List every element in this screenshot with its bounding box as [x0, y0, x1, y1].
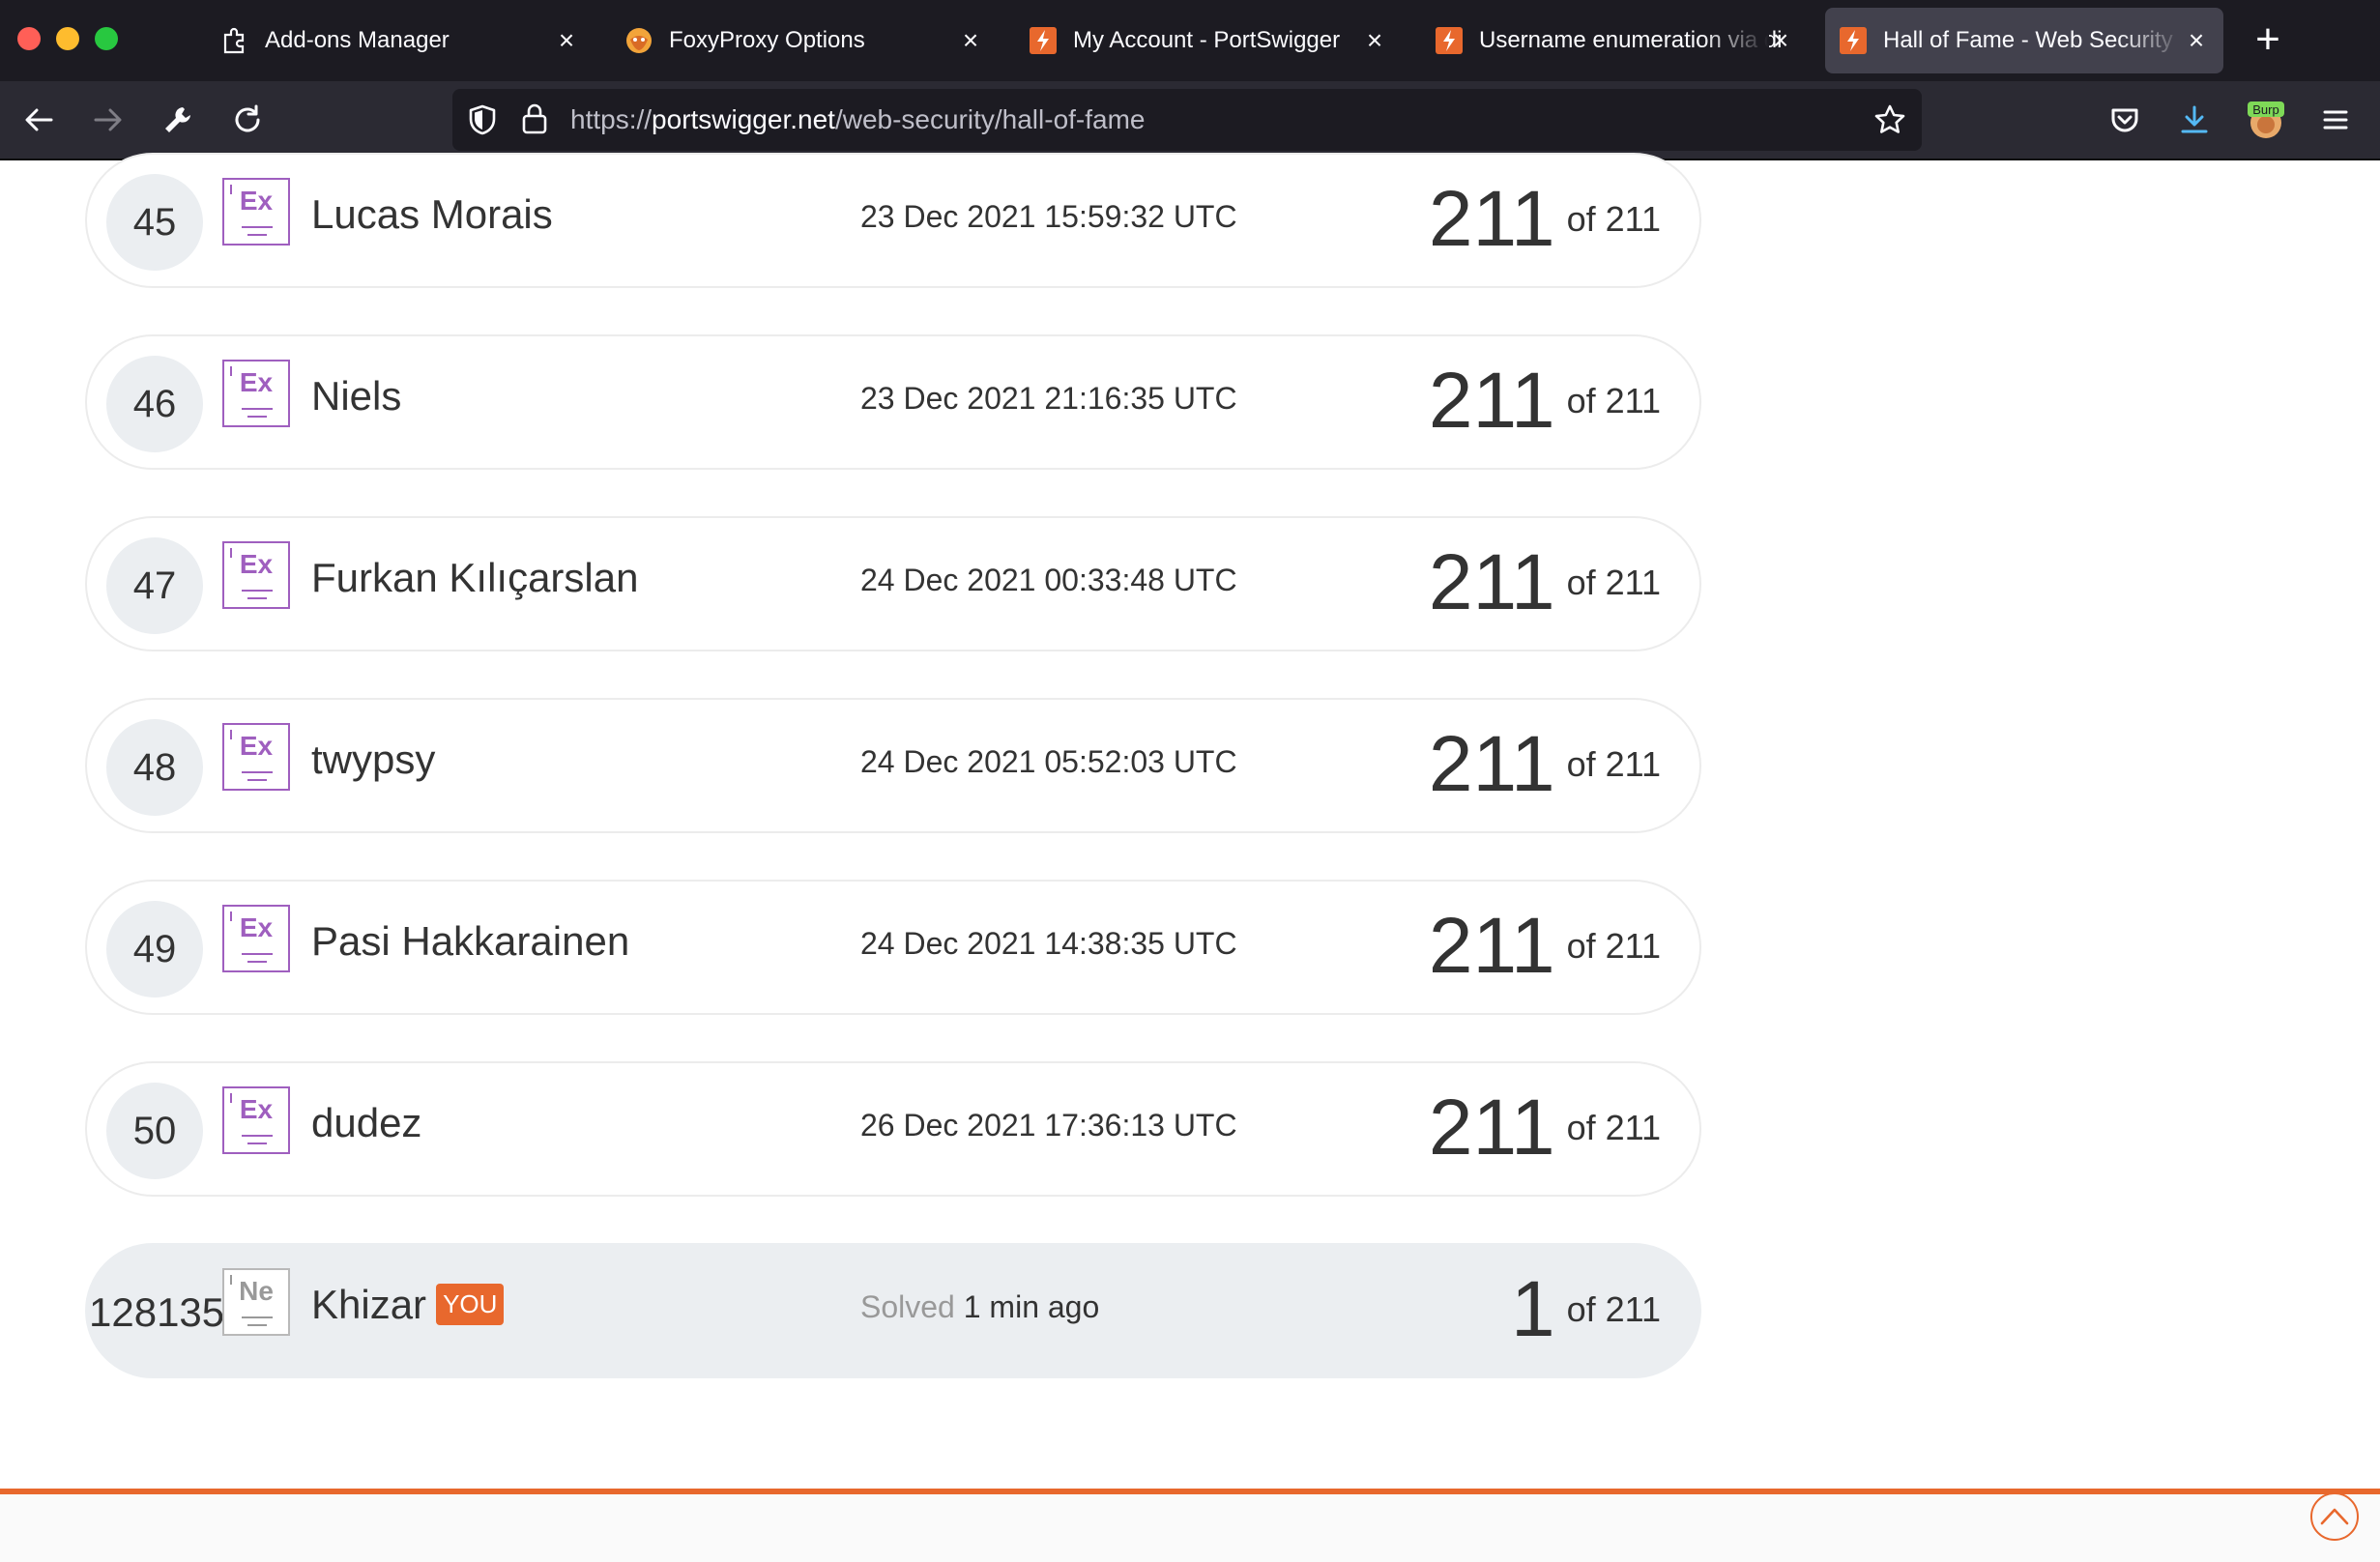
foxyproxy-icon — [624, 26, 653, 55]
back-button[interactable] — [17, 99, 60, 141]
forward-button[interactable] — [87, 99, 130, 141]
score: 211 of 211 — [1428, 538, 1661, 626]
expert-level-icon: Ex — [222, 541, 290, 609]
user-name: dudez — [311, 1100, 422, 1145]
tab-hall-of-fame[interactable]: Hall of Fame - Web Security A × — [1825, 8, 2223, 73]
leaderboard-row: 45 Ex Lucas Morais 23 Dec 2021 15:59:32 … — [85, 153, 1701, 288]
leaderboard-row: 46 Ex Niels 23 Dec 2021 21:16:35 UTC 211… — [85, 334, 1701, 470]
bookmark-star-icon[interactable] — [1873, 103, 1906, 136]
completion-time: 24 Dec 2021 05:52:03 UTC — [860, 744, 1237, 779]
rank-number: 48 — [106, 719, 203, 816]
leaderboard-row: 50 Ex dudez 26 Dec 2021 17:36:13 UTC 211… — [85, 1061, 1701, 1197]
expert-level-icon: Ex — [222, 723, 290, 791]
address-bar[interactable]: https://portswigger.net/web-security/hal… — [452, 89, 1922, 151]
close-tab-icon[interactable]: × — [957, 27, 984, 54]
completion-time: 26 Dec 2021 17:36:13 UTC — [860, 1108, 1237, 1143]
tab-my-account[interactable]: My Account - PortSwigger × — [1011, 8, 1402, 73]
tab-title: Add-ons Manager — [265, 27, 450, 53]
user-name: twypsy — [311, 737, 436, 782]
download-icon — [2181, 105, 2208, 133]
expert-level-icon: Ex — [222, 905, 290, 972]
tab-title: FoxyProxy Options — [669, 27, 865, 53]
burp-extension-button[interactable]: Burp — [2245, 99, 2287, 141]
user-name: Khizar YOU — [311, 1282, 505, 1328]
tab-addons-manager[interactable]: Add-ons Manager × — [203, 8, 594, 73]
score: 211 of 211 — [1428, 357, 1661, 445]
tab-foxyproxy-options[interactable]: FoxyProxy Options × — [607, 8, 998, 73]
chevron-up-icon — [2320, 1508, 2349, 1525]
score: 211 of 211 — [1428, 720, 1661, 808]
completion-time: 24 Dec 2021 14:38:35 UTC — [860, 926, 1237, 961]
new-tab-button[interactable]: + — [2245, 17, 2291, 64]
puzzle-icon — [220, 26, 249, 55]
rank-number: 50 — [106, 1083, 203, 1179]
close-window-button[interactable] — [17, 27, 41, 50]
completion-time: 24 Dec 2021 00:33:48 UTC — [860, 563, 1237, 597]
wrench-icon — [165, 107, 190, 132]
score: 211 of 211 — [1428, 1084, 1661, 1172]
portswigger-icon — [1029, 26, 1058, 55]
close-tab-icon[interactable]: × — [553, 27, 580, 54]
page-footer — [0, 1494, 2380, 1562]
portswigger-icon — [1435, 26, 1464, 55]
rank-number: 45 — [106, 174, 203, 271]
back-arrow-icon — [25, 108, 53, 131]
lock-icon[interactable] — [520, 102, 549, 135]
score: 1 of 211 — [1510, 1265, 1661, 1353]
completion-time: 23 Dec 2021 15:59:32 UTC — [860, 199, 1237, 234]
rank-number: 49 — [106, 901, 203, 998]
url-text[interactable]: https://portswigger.net/web-security/hal… — [570, 104, 1146, 135]
you-badge: YOU — [436, 1284, 505, 1326]
forward-arrow-icon — [94, 108, 122, 131]
tab-username-enumeration[interactable]: Username enumeration via di × — [1417, 8, 1808, 73]
svg-text:Burp: Burp — [2252, 102, 2278, 117]
leaderboard-row: 47 Ex Furkan Kılıçarslan 24 Dec 2021 00:… — [85, 516, 1701, 651]
rank-number: 128135 — [89, 1289, 225, 1335]
expert-level-icon: Ex — [222, 360, 290, 427]
rank-number: 47 — [106, 537, 203, 634]
maximize-window-button[interactable] — [95, 27, 118, 50]
solved-status: Solved 1 min ago — [860, 1289, 1100, 1324]
score: 211 of 211 — [1428, 902, 1661, 990]
user-name: Pasi Hakkarainen — [311, 918, 630, 964]
tracking-protection-shield-icon[interactable] — [466, 103, 499, 136]
newbie-level-icon: Ne — [222, 1268, 290, 1336]
tab-title: My Account - PortSwigger — [1073, 27, 1341, 53]
user-name: Lucas Morais — [311, 191, 553, 237]
menu-button[interactable] — [2314, 99, 2357, 141]
leaderboard-row: 49 Ex Pasi Hakkarainen 24 Dec 2021 14:38… — [85, 880, 1701, 1015]
pocket-button[interactable] — [2104, 99, 2146, 141]
leaderboard-row: 48 Ex twypsy 24 Dec 2021 05:52:03 UTC 21… — [85, 698, 1701, 833]
wrench-button[interactable] — [157, 99, 199, 141]
pocket-icon — [2111, 108, 2138, 132]
completion-time: 23 Dec 2021 21:16:35 UTC — [860, 381, 1237, 416]
downloads-button[interactable] — [2173, 99, 2216, 141]
reload-icon — [235, 104, 260, 132]
expert-level-icon: Ex — [222, 178, 290, 246]
hamburger-menu-icon — [2323, 110, 2348, 130]
close-tab-icon[interactable]: × — [1767, 27, 1794, 54]
reload-button[interactable] — [226, 99, 269, 141]
user-name: Furkan Kılıçarslan — [311, 555, 639, 600]
rank-number: 46 — [106, 356, 203, 452]
minimize-window-button[interactable] — [56, 27, 79, 50]
portswigger-icon — [1839, 26, 1868, 55]
score: 211 of 211 — [1428, 175, 1661, 263]
burp-extension-icon: Burp — [2248, 101, 2284, 138]
close-tab-icon[interactable]: × — [2183, 27, 2210, 54]
browser-tab-strip: Add-ons Manager × FoxyProxy Options × My… — [0, 0, 2380, 81]
expert-level-icon: Ex — [222, 1086, 290, 1154]
user-name: Niels — [311, 373, 402, 419]
scroll-to-top-button[interactable] — [2310, 1492, 2359, 1541]
current-user-row: 128135 Ne Khizar YOU Solved 1 min ago 1 of… — [85, 1243, 1701, 1378]
close-tab-icon[interactable]: × — [1361, 27, 1388, 54]
